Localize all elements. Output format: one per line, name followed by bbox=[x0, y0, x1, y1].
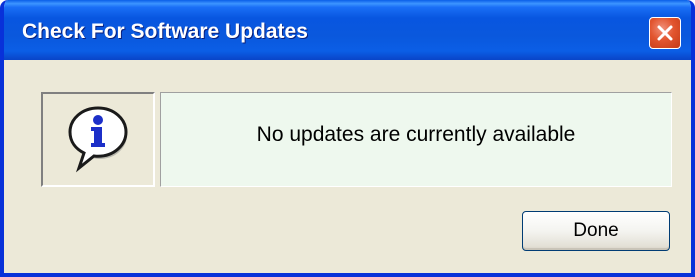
status-message: No updates are currently available bbox=[256, 123, 576, 146]
info-icon bbox=[68, 106, 128, 173]
window-title: Check For Software Updates bbox=[22, 20, 308, 43]
title-bar[interactable]: Check For Software Updates bbox=[4, 0, 691, 60]
dialog-window: Check For Software Updates No updates ar… bbox=[0, 0, 695, 277]
close-icon bbox=[657, 25, 673, 41]
close-button[interactable] bbox=[649, 17, 681, 49]
info-icon-frame bbox=[41, 92, 155, 187]
done-button[interactable]: Done bbox=[522, 211, 670, 251]
message-panel: No updates are currently available bbox=[160, 92, 672, 187]
